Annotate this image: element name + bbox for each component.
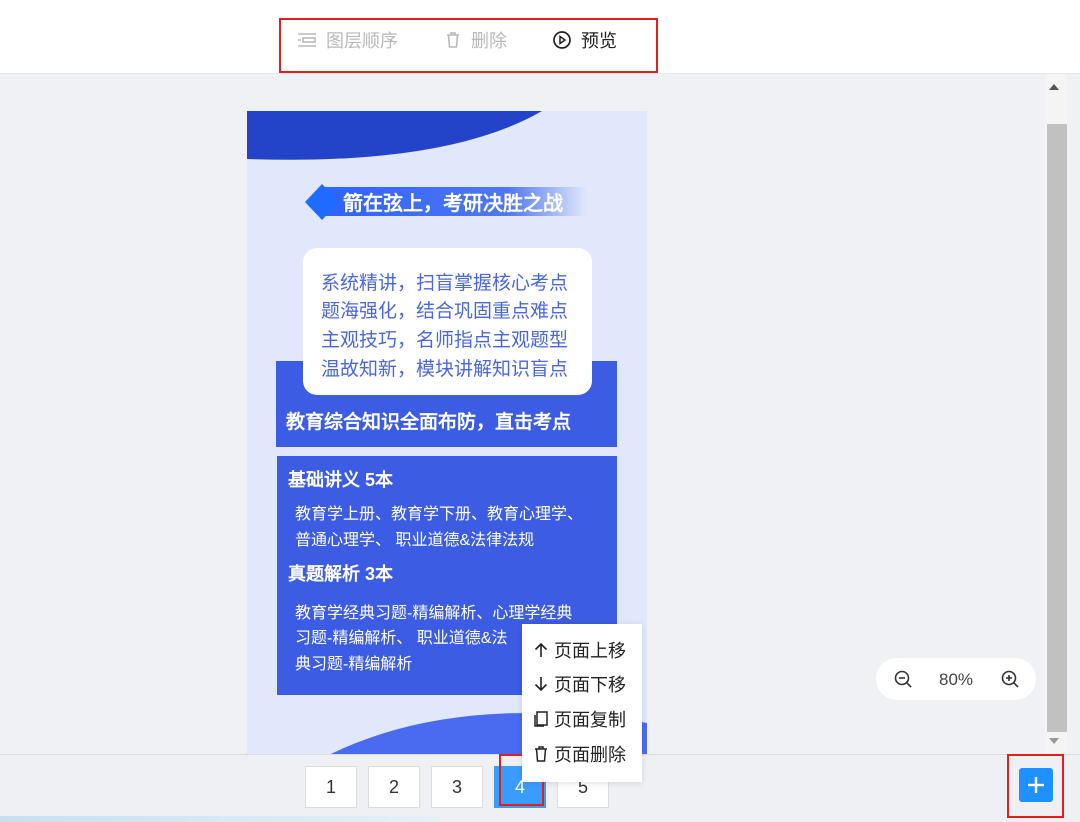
card-line: 系统精讲，扫盲掌握核心考点 xyxy=(321,273,569,294)
zoom-out-icon[interactable] xyxy=(893,669,913,689)
section1-line: 普通心理学、 职业道德&法律法规 xyxy=(295,532,535,549)
vertical-scrollbar[interactable] xyxy=(1045,74,1067,754)
delete-page-label: 页面删除 xyxy=(554,745,626,765)
arrow-up-icon xyxy=(534,642,548,657)
delete-page-item[interactable]: 页面删除 xyxy=(532,739,626,769)
copy-label: 页面复制 xyxy=(554,710,626,730)
section2-title: 真题解析 3本 xyxy=(288,564,394,584)
page-button-1[interactable]: 1 xyxy=(305,766,357,808)
card-line: 题海强化，结合巩固重点难点 xyxy=(321,301,569,322)
trash-icon xyxy=(535,746,547,762)
plus-icon xyxy=(1028,777,1044,793)
move-up-label: 页面上移 xyxy=(554,641,626,661)
top-toolbar: 图层顺序 删除 预览 xyxy=(0,0,1080,74)
section2-line: 习题-精编解析、 职业道德&法 xyxy=(295,630,508,647)
page-context-menu: 页面上移 页面下移 页面复制 页面删除 xyxy=(522,624,642,782)
band-text: 教育综合知识全面布防，直击考点 xyxy=(286,412,572,433)
section1-line: 教育学上册、教育学下册、教育心理学、 xyxy=(295,506,584,523)
card-line: 主观技巧，名师指点主观题型 xyxy=(321,330,569,351)
arrow-down-icon xyxy=(534,677,548,692)
copy-icon xyxy=(534,711,548,727)
bottom-edge-strip xyxy=(0,816,440,822)
section2-line: 典习题-精编解析 xyxy=(295,656,413,673)
page-button-3[interactable]: 3 xyxy=(431,766,483,808)
zoom-in-icon[interactable] xyxy=(1000,669,1020,689)
feature-card: 系统精讲，扫盲掌握核心考点 题海强化，结合巩固重点难点 主观技巧，名师指点主观题… xyxy=(303,248,592,395)
scrollbar-thumb[interactable] xyxy=(1047,124,1067,732)
move-down-label: 页面下移 xyxy=(554,675,626,695)
card-line: 温故知新，模块讲解知识盲点 xyxy=(321,359,569,380)
copy-page-item[interactable]: 页面复制 xyxy=(532,704,626,734)
zoom-level: 80% xyxy=(938,670,974,689)
section2-line: 教育学经典习题-精编解析、心理学经典 xyxy=(295,605,573,622)
toolbar-highlight-box xyxy=(279,18,658,73)
top-wave-decoration xyxy=(247,111,542,160)
add-page-button[interactable] xyxy=(1019,768,1053,802)
scroll-down-arrow-icon[interactable] xyxy=(1049,738,1059,744)
move-page-up-item[interactable]: 页面上移 xyxy=(532,635,626,665)
scroll-up-arrow-icon[interactable] xyxy=(1049,84,1059,90)
page-button-2[interactable]: 2 xyxy=(368,766,420,808)
poster-title: 箭在弦上，考研决胜之战 xyxy=(343,193,563,215)
zoom-control: 80% xyxy=(876,658,1036,700)
section1-title: 基础讲义 5本 xyxy=(288,470,394,490)
move-page-down-item[interactable]: 页面下移 xyxy=(532,669,626,699)
